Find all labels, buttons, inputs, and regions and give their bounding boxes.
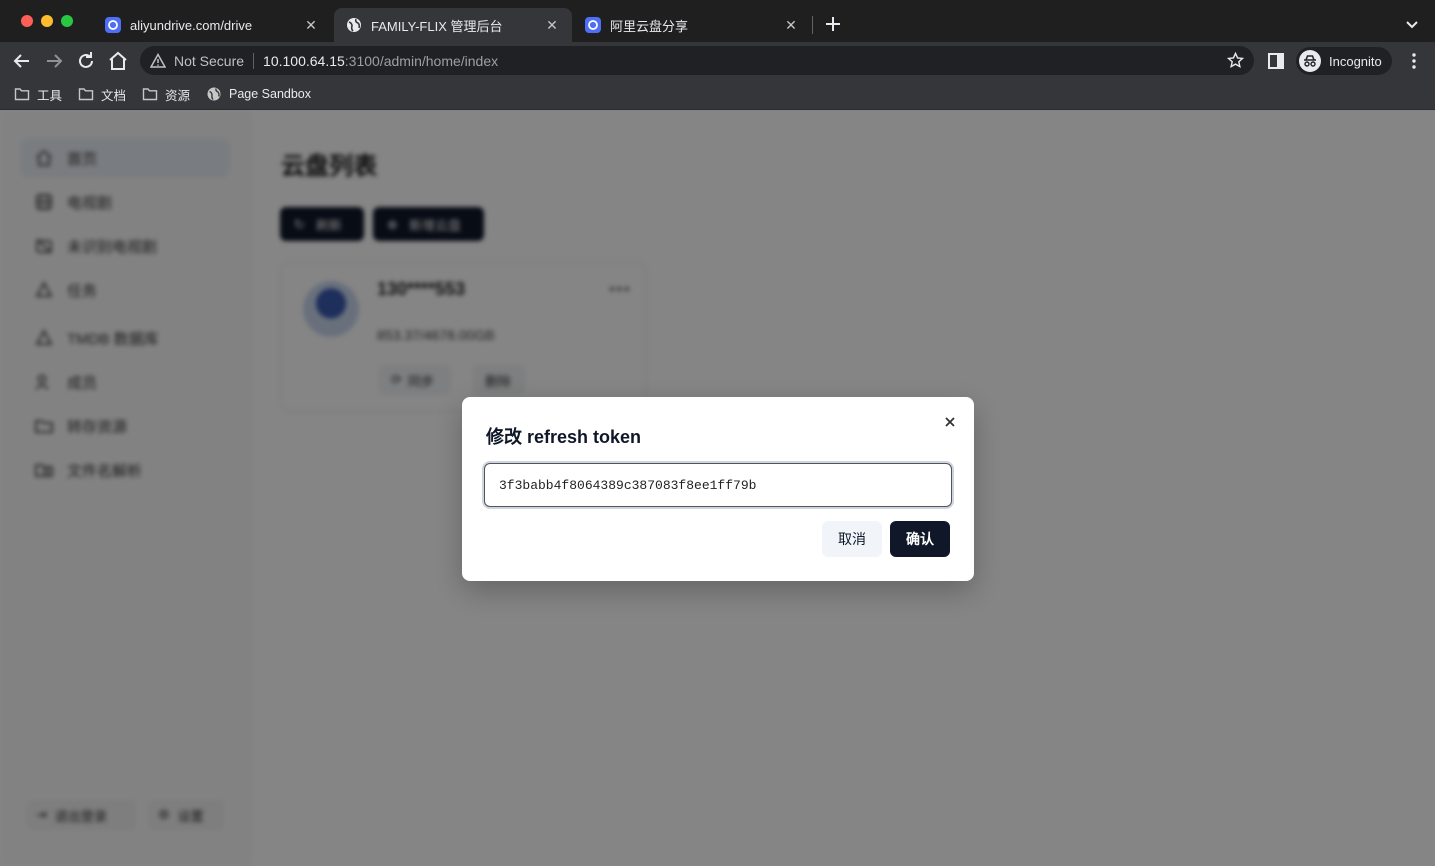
- aliyun-drive-icon: [585, 17, 601, 33]
- globe-icon: [347, 18, 361, 32]
- browser-toolbar: Not Secure 10.100.64.15:3100/admin/home/…: [0, 42, 1435, 79]
- tab-title: FAMILY-FLIX 管理后台: [371, 18, 503, 34]
- tab-close-icon[interactable]: ✕: [783, 17, 799, 33]
- window-zoom-button[interactable]: [61, 15, 73, 27]
- tab-aliyundrive[interactable]: aliyundrive.com/drive ✕: [93, 8, 331, 42]
- url-host: 10.100.64.15: [263, 52, 345, 69]
- tab-family-flix[interactable]: FAMILY-FLIX 管理后台 ✕: [334, 8, 572, 42]
- chevron-down-icon[interactable]: [1402, 14, 1422, 34]
- address-bar[interactable]: Not Secure 10.100.64.15:3100/admin/home/…: [140, 46, 1254, 75]
- more-vertical-icon[interactable]: [1404, 51, 1424, 71]
- window-close-button[interactable]: [21, 15, 33, 27]
- new-tab-icon[interactable]: [822, 13, 844, 35]
- tab-close-icon[interactable]: ✕: [303, 17, 319, 33]
- web-page: 首页 电视剧 未识别电视剧 任务 TMDB 数据库 成员 转存资源 文件名解析 …: [0, 110, 1435, 866]
- tab-separator: [812, 16, 813, 34]
- bookmark-folder-tools[interactable]: 工具: [14, 83, 62, 105]
- bookmarks-bar: 工具 文档 资源 Page Sandbox: [0, 79, 1435, 110]
- security-label[interactable]: Not Secure: [174, 53, 244, 69]
- tab-title: 阿里云盘分享: [610, 18, 689, 34]
- confirm-button[interactable]: 确认: [890, 521, 950, 557]
- profile-label: Incognito: [1329, 53, 1382, 69]
- home-icon[interactable]: [106, 49, 130, 73]
- reload-icon[interactable]: [74, 49, 98, 73]
- incognito-icon: [1299, 50, 1321, 72]
- folder-icon: [14, 88, 30, 101]
- forward-arrow-icon[interactable]: [42, 49, 66, 73]
- back-arrow-icon[interactable]: [10, 49, 34, 73]
- close-icon[interactable]: [940, 412, 960, 432]
- aliyun-drive-icon: [105, 17, 121, 33]
- bookmark-folder-resources[interactable]: 资源: [142, 83, 190, 105]
- bookmark-label: 工具: [37, 88, 63, 103]
- globe-icon: [207, 87, 221, 101]
- tab-aliyun-share[interactable]: 阿里云盘分享 ✕: [573, 8, 811, 42]
- bookmark-label: 文档: [101, 88, 127, 103]
- edit-token-dialog: 修改 refresh token 取消 确认: [462, 397, 974, 581]
- tab-close-icon[interactable]: ✕: [544, 17, 560, 33]
- cancel-button[interactable]: 取消: [822, 521, 882, 557]
- bookmark-label: 资源: [165, 88, 191, 103]
- warning-icon: [150, 52, 166, 68]
- bookmark-page-sandbox[interactable]: Page Sandbox: [206, 83, 311, 105]
- tab-title: aliyundrive.com/drive: [130, 17, 253, 33]
- dialog-title: 修改 refresh token: [486, 427, 642, 447]
- side-panel-icon[interactable]: [1266, 51, 1286, 71]
- bookmark-star-icon[interactable]: [1227, 52, 1244, 69]
- browser-titlebar: aliyundrive.com/drive ✕ FAMILY-FLIX 管理后台…: [0, 0, 1435, 42]
- window-minimize-button[interactable]: [41, 15, 53, 27]
- url-path: :3100/admin/home/index: [344, 52, 499, 69]
- bookmark-folder-docs[interactable]: 文档: [78, 83, 126, 105]
- incognito-profile-button[interactable]: Incognito: [1296, 47, 1392, 75]
- address-divider: [253, 52, 255, 69]
- bookmark-label: Page Sandbox: [229, 87, 312, 101]
- refresh-token-input[interactable]: [484, 463, 952, 507]
- folder-icon: [78, 88, 94, 101]
- folder-icon: [142, 88, 158, 101]
